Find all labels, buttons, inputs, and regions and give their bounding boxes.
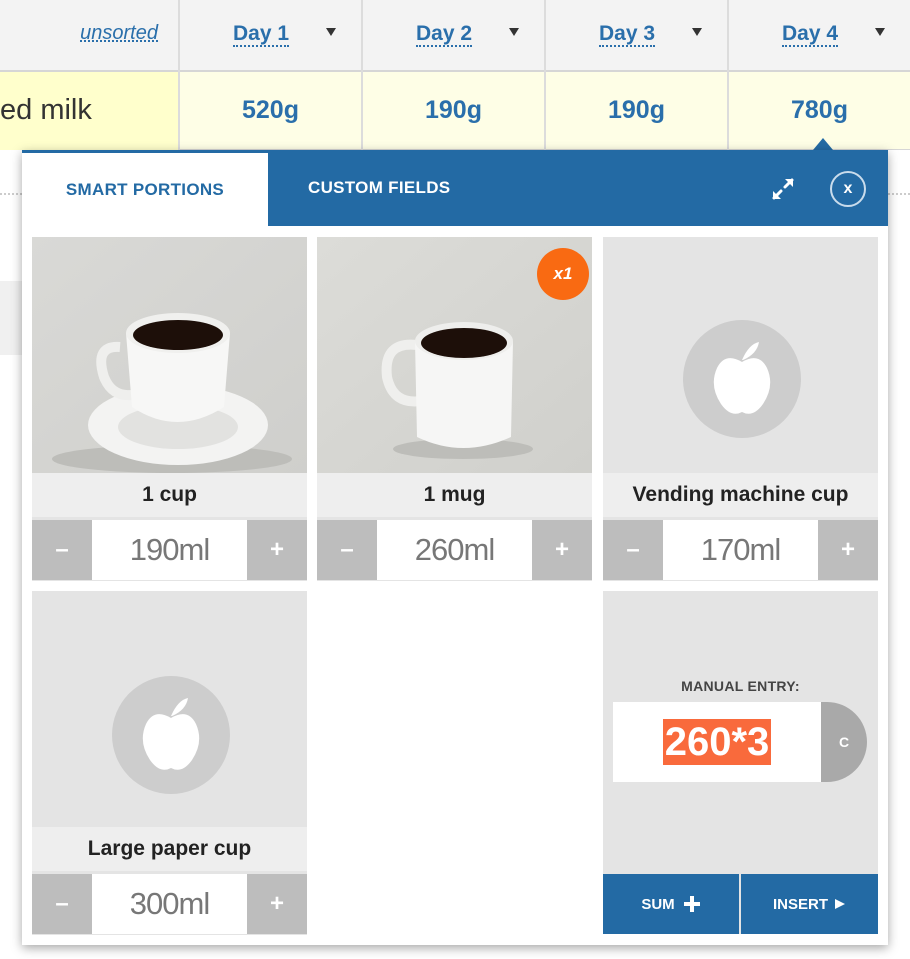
day-2-label: Day 2 [416,22,473,47]
portion-name: 1 mug [317,473,592,517]
portion-popup: SMART PORTIONS CUSTOM FIELDS x 1 cup – 1… [22,150,888,945]
column-divider [727,0,729,150]
insert-label: INSERT [772,895,828,913]
tab-smart-portions[interactable]: SMART PORTIONS [22,153,268,226]
increment-button[interactable]: + [532,520,592,580]
decrement-button[interactable]: – [317,520,377,580]
quantity-stepper: – 260ml + [317,520,592,580]
expand-icon[interactable] [770,176,796,202]
divider [0,193,22,195]
portion-amount[interactable]: 300ml [92,874,247,934]
tab-custom-fields[interactable]: CUSTOM FIELDS [308,150,450,226]
day-1-header[interactable]: Day 1 [233,22,290,50]
increment-button[interactable]: + [247,874,307,934]
manual-entry-panel: MANUAL ENTRY: 260*3 C SUM INSERT [603,591,878,934]
portion-name: Large paper cup [32,827,307,871]
apple-placeholder-icon [683,320,801,438]
coffee-cup-saucer-photo [32,237,307,473]
day-3-amount[interactable]: 190g [545,96,728,125]
caret-down-icon[interactable] [875,28,885,36]
day-4-amount[interactable]: 780g [728,96,910,125]
row-label: ed milk [0,94,92,126]
day-1-amount[interactable]: 520g [179,96,362,125]
day-1-label: Day 1 [233,22,290,47]
portion-name: Vending machine cup [603,473,878,517]
column-divider [544,0,546,150]
manual-entry-input[interactable]: 260*3 [613,702,821,782]
portion-amount[interactable]: 190ml [92,520,247,580]
caret-down-icon[interactable] [509,28,519,36]
selected-count-badge: x1 [537,248,589,300]
day-2-header[interactable]: Day 2 [416,22,473,50]
page: ed milk unsorted Day 1 Day 2 Day 3 Day 4… [0,0,910,959]
quantity-stepper: – 170ml + [603,520,878,580]
portion-name: 1 cup [32,473,307,517]
increment-button[interactable]: + [247,520,307,580]
quantity-stepper: – 190ml + [32,520,307,580]
insert-button[interactable]: INSERT [741,874,878,934]
portion-amount[interactable]: 260ml [377,520,532,580]
quantity-stepper: – 300ml + [32,874,307,934]
sum-button[interactable]: SUM [603,874,739,934]
sum-label: SUM [641,895,675,913]
decrement-button[interactable]: – [32,520,92,580]
portion-card-paper-cup[interactable]: Large paper cup – 300ml + [32,591,307,935]
day-3-header[interactable]: Day 3 [599,22,656,50]
column-divider [361,0,363,150]
portion-card-cup[interactable]: 1 cup – 190ml + [32,237,307,581]
background-row [0,281,22,355]
tab-bar: SMART PORTIONS CUSTOM FIELDS x [22,150,888,226]
unsorted-sort-link[interactable]: unsorted [80,22,158,45]
decrement-button[interactable]: – [603,520,663,580]
portion-card-vending-cup[interactable]: Vending machine cup – 170ml + [603,237,878,581]
increment-button[interactable]: + [818,520,878,580]
plus-icon [683,896,700,912]
manual-entry-value: 260*3 [662,719,772,765]
portion-amount[interactable]: 170ml [663,520,818,580]
caret-down-icon[interactable] [692,28,702,36]
close-button[interactable]: x [830,171,866,207]
column-divider [178,0,180,150]
popup-pointer [813,138,833,150]
divider [888,193,910,195]
day-4-label: Day 4 [782,22,839,47]
day-4-header[interactable]: Day 4 [782,22,839,50]
day-3-label: Day 3 [599,22,656,47]
play-icon [835,899,845,909]
apple-placeholder-icon [112,676,230,794]
clear-button[interactable]: C [821,702,867,782]
decrement-button[interactable]: – [32,874,92,934]
day-2-amount[interactable]: 190g [362,96,545,125]
manual-entry-label: MANUAL ENTRY: [681,678,800,694]
row-label-cell: ed milk [0,72,180,150]
caret-down-icon[interactable] [326,28,336,36]
